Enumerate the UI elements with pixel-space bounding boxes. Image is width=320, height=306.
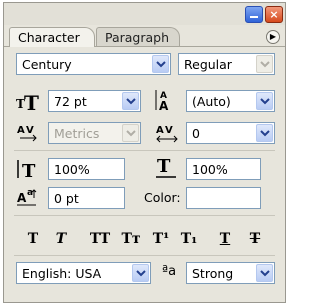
color-label: Color: [144, 190, 181, 205]
font-family-value: Century [22, 57, 72, 72]
svg-text:A: A [156, 125, 164, 136]
kerning-icon: AV [16, 122, 40, 144]
kerning-value: Metrics [54, 126, 100, 141]
underline-button[interactable]: T [214, 229, 236, 249]
faux-bold-icon: T [27, 231, 39, 247]
horizontal-scale-icon: T [155, 156, 179, 178]
leading-field[interactable]: (Auto) [186, 90, 275, 112]
superscript-icon: T¹ [152, 231, 170, 247]
minimize-button[interactable] [245, 6, 263, 23]
subscript-icon: T₁ [180, 231, 198, 247]
tab-character[interactable]: Character [9, 27, 95, 47]
tracking-icon: AV [155, 122, 179, 144]
strikethrough-button[interactable]: T [244, 229, 266, 249]
svg-text:V: V [26, 125, 34, 136]
svg-text:T: T [157, 156, 171, 177]
svg-text:A: A [159, 99, 169, 112]
tracking-value: 0 [192, 126, 200, 141]
leading-icon: AA [155, 88, 179, 113]
chevron-down-icon[interactable] [256, 55, 273, 73]
baseline-shift-field[interactable]: 0 pt [48, 187, 125, 209]
font-family-dropdown[interactable]: Century [16, 53, 171, 75]
chevron-down-icon[interactable] [132, 264, 149, 282]
font-size-value: 72 pt [54, 94, 87, 109]
svg-text:T: T [24, 91, 39, 112]
kerning-field[interactable]: Metrics [48, 122, 141, 144]
palette-titlebar[interactable]: × [4, 3, 285, 25]
horizontal-scale-value: 100% [192, 162, 228, 177]
faux-italic-button[interactable]: T [50, 229, 72, 249]
tab-paragraph[interactable]: Paragraph [96, 27, 180, 46]
font-size-field[interactable]: 72 pt [48, 90, 141, 112]
svg-text:V: V [165, 125, 173, 136]
chevron-down-icon[interactable] [152, 55, 169, 73]
underline-icon: T [219, 231, 231, 247]
horizontal-scale-field[interactable]: 100% [186, 158, 261, 180]
font-style-dropdown[interactable]: Regular [178, 53, 275, 75]
svg-text:T: T [22, 161, 36, 180]
svg-text:a: a [27, 188, 33, 198]
divider [14, 215, 275, 216]
palette-menu-button[interactable]: ▶ [266, 30, 280, 44]
language-dropdown[interactable]: English: USA [16, 262, 151, 284]
chevron-down-icon[interactable] [256, 124, 273, 142]
all-caps-icon: TT [89, 231, 111, 247]
vertical-scale-value: 100% [54, 162, 90, 177]
chevron-down-icon[interactable] [256, 92, 273, 110]
color-swatch[interactable] [186, 187, 261, 209]
divider [14, 150, 275, 151]
font-style-value: Regular [184, 57, 232, 72]
divider [14, 255, 275, 256]
close-icon: × [269, 8, 279, 21]
antialiasing-icon: ªa [162, 264, 177, 279]
antialiasing-dropdown[interactable]: Strong [186, 262, 275, 284]
leading-value: (Auto) [192, 94, 231, 109]
strikethrough-icon: T [249, 231, 261, 247]
faux-bold-button[interactable]: T [22, 229, 44, 249]
tracking-field[interactable]: 0 [186, 122, 275, 144]
menu-arrow-icon: ▶ [269, 32, 277, 41]
chevron-down-icon[interactable] [122, 124, 139, 142]
all-caps-button[interactable]: TT [86, 229, 114, 249]
chevron-down-icon[interactable] [122, 92, 139, 110]
chevron-down-icon[interactable] [256, 264, 273, 282]
faux-italic-icon: T [55, 231, 67, 247]
font-size-icon: TT [16, 90, 40, 115]
small-caps-button[interactable]: Tт [118, 229, 144, 249]
antialiasing-value: Strong [192, 266, 234, 281]
subscript-button[interactable]: T₁ [176, 229, 202, 249]
tab-bar: Paragraph Character ▶ [4, 25, 285, 47]
character-palette: × Paragraph Character ▶ Century Regular … [3, 2, 286, 303]
svg-text:A: A [17, 191, 27, 205]
close-button[interactable]: × [265, 6, 283, 23]
superscript-button[interactable]: T¹ [148, 229, 174, 249]
language-value: English: USA [22, 266, 102, 281]
vertical-scale-field[interactable]: 100% [48, 158, 125, 180]
small-caps-icon: Tт [121, 231, 141, 247]
baseline-shift-icon: Aa [16, 186, 40, 208]
baseline-shift-value: 0 pt [54, 191, 79, 206]
svg-text:A: A [17, 125, 25, 136]
vertical-scale-icon: T [16, 158, 40, 182]
